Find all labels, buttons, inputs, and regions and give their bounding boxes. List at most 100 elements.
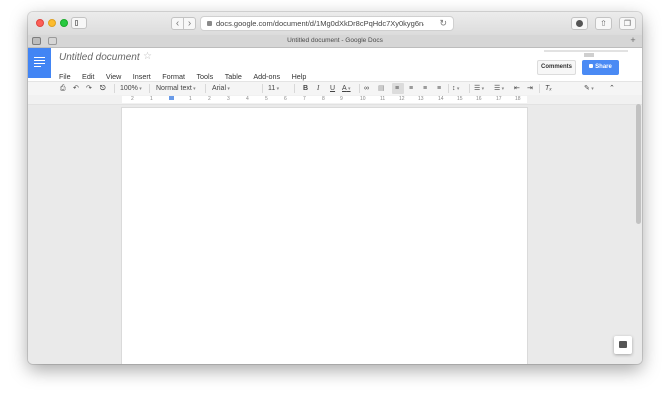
share-label: Share [595,64,612,70]
paint-format-icon[interactable]: ⎋ [100,83,106,94]
menu-help[interactable]: Help [292,72,307,81]
line-spacing-icon[interactable]: ↕ [452,83,459,95]
ruler-number: 15 [457,96,463,102]
menu-tools[interactable]: Tools [196,72,213,81]
lock-icon [207,21,212,26]
new-tab-button[interactable]: + [628,36,638,45]
menu-file[interactable]: File [59,72,71,81]
address-bar[interactable]: docs.google.com/document/d/1Mg0dXkDr8cPq… [200,16,454,31]
link-icon[interactable]: ∞ [364,83,369,94]
close-window-button[interactable] [36,19,44,27]
ruler-number: 6 [284,96,287,102]
editing-mode-icon[interactable]: ✎ [584,83,594,95]
ruler-number: 4 [246,96,249,102]
align-center-icon[interactable]: ≡ [409,83,413,94]
ruler-number: 12 [399,96,405,102]
bulleted-list-icon[interactable]: ☰ [494,83,504,95]
downloads-button[interactable] [571,17,588,30]
menu-insert[interactable]: Insert [133,72,151,81]
menu-edit[interactable]: Edit [82,72,94,81]
sidebar-toggle-icon[interactable] [71,17,87,29]
download-icon [576,20,583,27]
explore-icon [619,341,627,348]
clear-formatting-icon[interactable]: Tₓ [545,83,552,94]
browser-toolbar: ‹ › docs.google.com/document/d/1Mg0dXkDr… [28,12,642,36]
logo-line [34,60,45,62]
logo-line [34,57,45,59]
explore-button[interactable] [614,336,632,354]
ruler-number: 7 [303,96,306,102]
lock-icon [589,64,594,68]
reload-button[interactable]: ↻ [439,17,447,30]
toolbar-divider [359,84,360,93]
toolbar-divider [149,84,150,93]
bold-button[interactable]: B [303,83,308,94]
ruler-number: 9 [340,96,343,102]
star-icon[interactable]: ☆ [143,51,152,62]
menu-table[interactable]: Table [225,72,242,81]
ruler-number: 1 [189,96,192,102]
show-tabs-button[interactable]: ❐ [619,17,636,30]
align-justify-icon[interactable]: ≡ [437,83,441,94]
redo-icon[interactable]: ↷ [86,83,92,94]
comments-button[interactable]: Comments [537,60,576,75]
underline-button[interactable]: U [330,83,335,94]
ruler-number: 17 [496,96,502,102]
document-page[interactable] [122,108,527,364]
ruler-number: 2 [131,96,134,102]
ruler-number: 16 [476,96,482,102]
tab-bar: Untitled document - Google Docs + [28,35,642,48]
indent-marker-icon[interactable] [169,96,174,100]
url-text: docs.google.com/document/d/1Mg0dXkDr8cPq… [216,19,424,28]
undo-icon[interactable]: ↶ [73,83,79,94]
align-right-icon[interactable]: ≡ [423,83,427,94]
share-page-button[interactable]: ⇧ [595,17,612,30]
font-size-select[interactable]: 11 [268,83,279,95]
comment-icon[interactable]: ▤ [378,83,385,94]
italic-button[interactable]: I [317,83,319,94]
ruler-number: 10 [360,96,366,102]
decrease-indent-icon[interactable]: ⇤ [514,83,520,94]
ruler-number: 3 [227,96,230,102]
font-select[interactable]: Arial [212,83,256,95]
toolbar-divider [294,84,295,93]
ruler-number: 1 [150,96,153,102]
menu-format[interactable]: Format [162,72,185,81]
style-select[interactable]: Normal text [156,83,196,95]
document-title[interactable]: Untitled document [59,52,140,63]
vertical-scrollbar[interactable] [636,104,641,224]
minimize-window-button[interactable] [48,19,56,27]
ruler-number: 14 [438,96,444,102]
docs-logo-icon[interactable] [28,48,51,78]
menu-add-ons[interactable]: Add-ons [253,72,280,81]
toolbar-divider [205,84,206,93]
toolbar-divider [469,84,470,93]
ruler-number: 18 [515,96,521,102]
account-bar [544,50,628,52]
numbered-list-icon[interactable]: ☰ [474,83,484,95]
account-handle [584,53,594,57]
share-button[interactable]: Share [582,60,619,75]
collapse-menu-icon[interactable]: ⌃ [609,83,615,94]
toolbar-divider [114,84,115,93]
ruler-number: 11 [380,96,386,102]
menu-bar: File Edit View Insert Format Tools Table… [59,66,313,81]
tab-title[interactable]: Untitled document - Google Docs [28,36,642,46]
document-canvas [28,105,642,364]
menu-view[interactable]: View [106,72,121,81]
ruler-number: 8 [322,96,325,102]
ruler-number: 13 [418,96,424,102]
ruler-number: 5 [265,96,268,102]
zoom-window-button[interactable] [60,19,68,27]
logo-line [34,63,45,65]
print-icon[interactable]: ⎙ [60,83,66,94]
text-color-button[interactable]: A [342,83,351,95]
zoom-select[interactable]: 100% [120,83,142,95]
align-left-icon[interactable]: ≡ [395,83,399,94]
toolbar-divider [539,84,540,93]
toolbar-divider [448,84,449,93]
increase-indent-icon[interactable]: ⇥ [527,83,533,94]
forward-button[interactable]: › [183,17,196,30]
ruler-number: 2 [208,96,211,102]
formatting-toolbar: ⎙ ↶ ↷ ⎋ 100% Normal text Arial 11 B I U … [28,81,642,96]
